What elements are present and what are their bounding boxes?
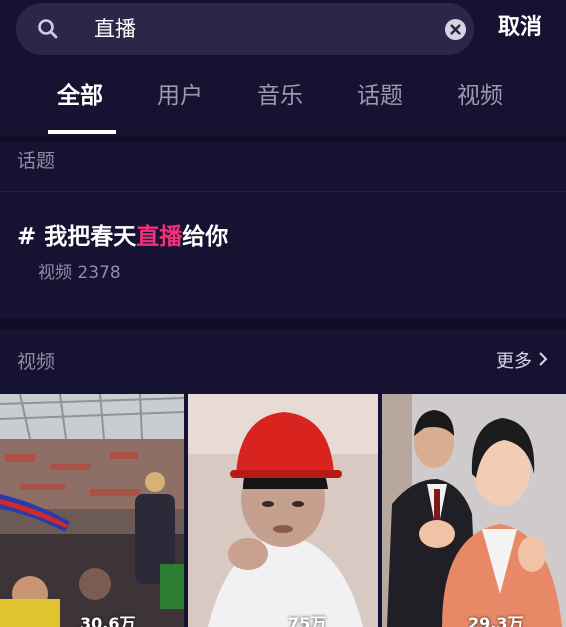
section-divider	[0, 319, 566, 329]
search-icon	[38, 19, 58, 39]
topic-title-part: 我把春天	[44, 224, 137, 250]
video-thumbnail[interactable]: 30.6万	[0, 394, 184, 627]
more-videos-link[interactable]: 更多	[496, 349, 548, 375]
search-query: 直播	[94, 17, 136, 41]
topic-title-highlight: 直播	[136, 224, 183, 250]
tab-bar: 全部 用户 音乐 话题 视频	[0, 60, 566, 136]
topic-title: # 我把春天直播给你	[17, 221, 228, 253]
videos-section-label: 视频	[17, 351, 56, 373]
tab-all[interactable]: 全部	[57, 80, 103, 112]
video-thumbnail[interactable]: 29.3万	[382, 394, 566, 627]
active-tab-indicator	[48, 130, 116, 134]
clear-icon[interactable]	[444, 18, 467, 41]
topic-title-part: 给你	[182, 224, 229, 250]
top-bar: 直播 取消	[0, 0, 566, 60]
tab-music[interactable]: 音乐	[257, 80, 303, 112]
videos-section: 视频 更多 30.6万 75万 29.3万	[0, 329, 566, 627]
chevron-right-icon	[538, 349, 548, 375]
video-grid: 30.6万 75万 29.3万	[0, 394, 566, 627]
tab-videos[interactable]: 视频	[457, 80, 503, 112]
topics-section-label: 话题	[17, 150, 56, 172]
tab-users[interactable]: 用户	[157, 80, 203, 112]
topic-hash: #	[17, 224, 37, 250]
video-view-count: 29.3万	[468, 614, 524, 627]
more-label: 更多	[496, 351, 532, 372]
topic-video-count: 视频 2378	[38, 263, 121, 283]
search-input[interactable]: 直播	[16, 3, 474, 55]
cancel-button[interactable]: 取消	[498, 13, 542, 43]
tab-topics[interactable]: 话题	[357, 80, 403, 112]
topics-section: 话题 # 我把春天直播给你 视频 2378	[0, 143, 566, 319]
video-view-count: 75万	[288, 614, 327, 627]
divider	[0, 191, 566, 192]
video-thumbnail[interactable]: 75万	[188, 394, 378, 627]
video-view-count: 30.6万	[80, 614, 136, 627]
